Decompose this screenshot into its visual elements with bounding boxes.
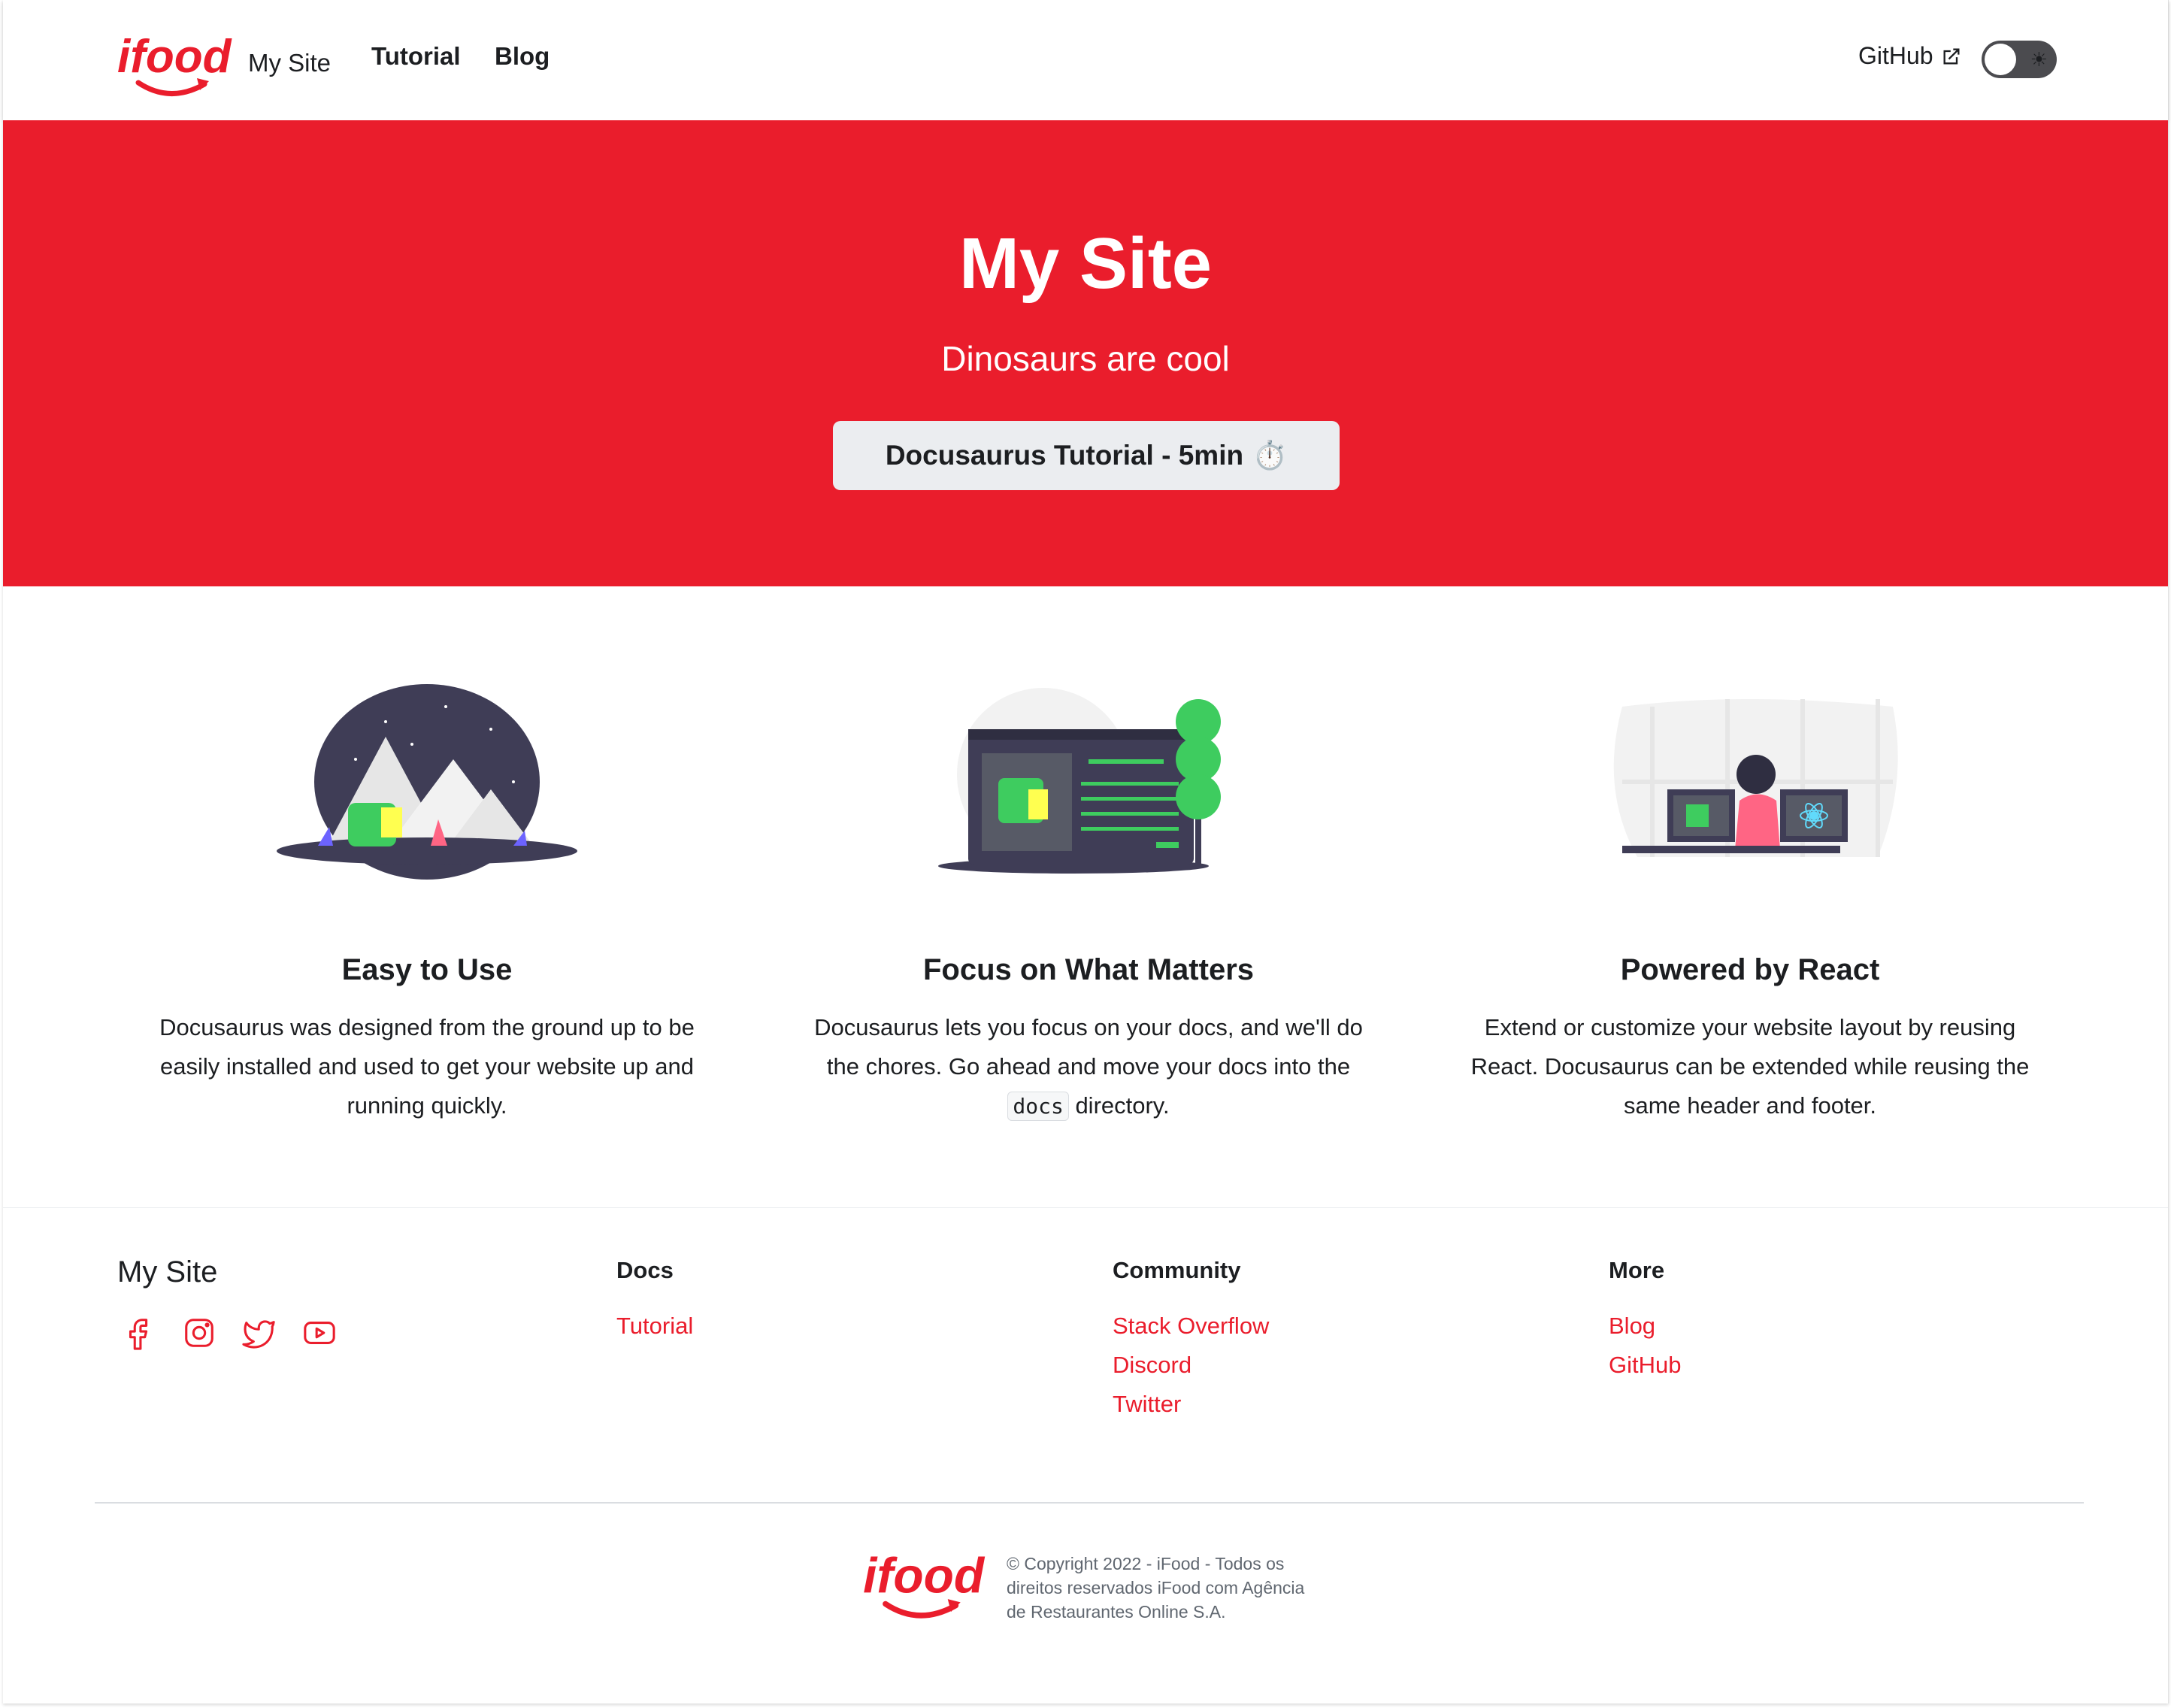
- footer-column-docs: Docs Tutorial: [616, 1257, 693, 1346]
- github-label: GitHub: [1858, 42, 1933, 69]
- nav-link-tutorial[interactable]: Tutorial: [371, 42, 461, 71]
- social-links: [122, 1316, 337, 1350]
- logo-text: ifood: [863, 1548, 986, 1604]
- feature-easy-to-use: Easy to Use Docusaurus was designed from…: [134, 677, 720, 1125]
- stopwatch-icon: ⏱️: [1252, 439, 1288, 471]
- feature-description: Extend or customize your website layout …: [1470, 1014, 2030, 1119]
- footer-link-blog[interactable]: Blog: [1609, 1307, 1681, 1346]
- footer-logo: ifood: [861, 1547, 989, 1626]
- tutorial-button-label: Docusaurus Tutorial - 5min: [885, 440, 1244, 471]
- hero-title: My Site: [958, 223, 1213, 304]
- feature-react: Powered by React Extend or customize you…: [1457, 677, 2043, 1125]
- docs-illustration: [938, 688, 1221, 874]
- facebook-icon[interactable]: [122, 1316, 156, 1350]
- theme-toggle[interactable]: ☀: [1982, 41, 2057, 78]
- description-text-after: directory.: [1075, 1092, 1170, 1119]
- toggle-knob: [1985, 44, 2016, 75]
- youtube-icon[interactable]: [302, 1316, 337, 1350]
- copyright-text: © Copyright 2022 - iFood - Todos os dire…: [1007, 1554, 1305, 1622]
- docs-code: docs: [1007, 1092, 1069, 1121]
- ifood-logo: ifood: [863, 1548, 986, 1619]
- sun-icon: ☀: [2030, 48, 2048, 71]
- navbar-brand[interactable]: ifood My Site: [116, 30, 331, 99]
- description-text-before: Docusaurus lets you focus on your docs, …: [814, 1014, 1363, 1080]
- footer-link-stack-overflow[interactable]: Stack Overflow: [1113, 1307, 1269, 1346]
- footer-column-title: Community: [1113, 1257, 1241, 1283]
- footer-column-title: Docs: [616, 1257, 674, 1283]
- footer-column-title: More: [1609, 1257, 1665, 1283]
- footer-link-github[interactable]: GitHub: [1609, 1346, 1681, 1385]
- ifood-logo: ifood: [117, 31, 232, 96]
- feature-focus: Focus on What Matters Docusaurus lets yo…: [795, 677, 1382, 1126]
- external-link-icon: [1943, 48, 1960, 64]
- logo-text: ifood: [117, 31, 232, 83]
- footer-column-community: Community Stack Overflow Discord Twitter: [1113, 1257, 1269, 1424]
- footer-link-twitter[interactable]: Twitter: [1113, 1385, 1269, 1424]
- site-title: My Site: [248, 49, 332, 77]
- react-illustration: [1613, 699, 1898, 857]
- footer-column-more: More Blog GitHub: [1609, 1257, 1681, 1385]
- footer-link-tutorial[interactable]: Tutorial: [616, 1307, 693, 1346]
- nav-link-blog[interactable]: Blog: [495, 42, 550, 71]
- feature-title: Powered by React: [1620, 953, 1880, 986]
- nav-link-github[interactable]: GitHub: [1858, 42, 1962, 70]
- navbar: ifood My Site Tutorial Blog GitHub ☀: [3, 0, 2168, 120]
- hero-banner: My Site Dinosaurs are cool Docusaurus Tu…: [3, 120, 2168, 586]
- footer-link-discord[interactable]: Discord: [1113, 1346, 1269, 1385]
- instagram-icon[interactable]: [182, 1316, 216, 1350]
- footer-brand: My Site: [117, 1255, 218, 1289]
- feature-title: Focus on What Matters: [922, 953, 1255, 986]
- twitter-icon[interactable]: [242, 1316, 277, 1350]
- footer-divider: [95, 1502, 2084, 1504]
- tutorial-button[interactable]: Docusaurus Tutorial - 5min ⏱️: [833, 421, 1340, 490]
- footer-top-border: [3, 1207, 2168, 1208]
- feature-description: Docusaurus lets you focus on your docs, …: [795, 1008, 1382, 1126]
- hero-subtitle: Dinosaurs are cool: [941, 339, 1230, 378]
- feature-description: Docusaurus was designed from the ground …: [159, 1014, 695, 1119]
- mountain-illustration: [277, 684, 577, 880]
- page-frame: ifood My Site Tutorial Blog GitHub ☀ My …: [3, 0, 2169, 1703]
- feature-title: Easy to Use: [341, 953, 513, 986]
